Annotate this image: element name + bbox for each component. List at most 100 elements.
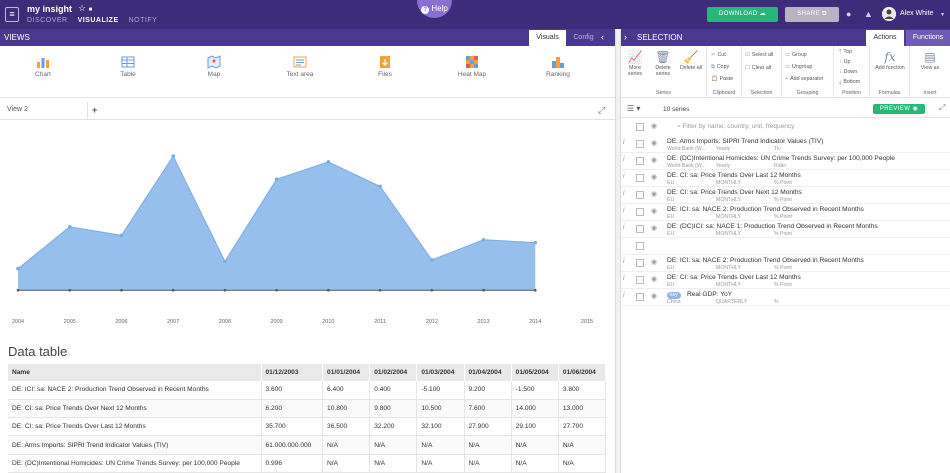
paste-button[interactable]: 📋 Paste: [711, 76, 733, 82]
ribbon-group-label: Position: [842, 90, 861, 96]
bell-icon[interactable]: ▲: [864, 9, 873, 19]
avatar[interactable]: [882, 7, 896, 21]
info-icon[interactable]: i: [623, 173, 625, 180]
preview-button[interactable]: PREVIEW ◉: [873, 104, 925, 114]
broom-icon: 🧹: [683, 50, 699, 64]
series-row[interactable]: i ◉ key Real GDP: YoY China QUARTERLY%: [621, 289, 950, 306]
nav-visualize[interactable]: VISUALIZE: [78, 17, 119, 24]
move-top-button[interactable]: ⤒ Top: [839, 49, 852, 56]
info-icon[interactable]: i: [623, 275, 625, 282]
tab-view-2[interactable]: View 2: [0, 102, 88, 120]
clear-all-button[interactable]: ☐ Clear all: [745, 65, 771, 71]
star-icon[interactable]: ☆: [78, 3, 86, 13]
visual-type-table[interactable]: Table: [98, 55, 158, 78]
series-checkbox[interactable]: [636, 259, 644, 267]
selection-title: SELECTION: [637, 33, 683, 42]
add-view-icon[interactable]: +: [92, 105, 97, 115]
series-row[interactable]: i ◉ DE: CI: sa: Price Trends Over Next 12 …: [621, 187, 950, 204]
series-row[interactable]: i ◉ DE: ICI: sa: NACE 2: Production Trend …: [621, 204, 950, 221]
user-menu-chevron-icon[interactable]: ▾: [941, 11, 944, 18]
series-checkbox[interactable]: [636, 208, 644, 216]
user-name[interactable]: Alex White: [900, 10, 933, 17]
eye-icon[interactable]: ◉: [651, 275, 657, 283]
visual-type-chart[interactable]: Chart: [13, 55, 73, 78]
series-row[interactable]: i ◉ DE: CI: sa: Price Trends Over Last 12 …: [621, 170, 950, 187]
eye-icon[interactable]: ◉: [651, 156, 657, 164]
series-row[interactable]: i ◉ DE: Arms Imports: SIPRI Trend Indicato…: [621, 136, 950, 153]
eye-icon[interactable]: ◉: [651, 190, 657, 198]
help-button[interactable]: ? Help: [417, 0, 452, 18]
add-function-button[interactable]: fx Add function: [874, 50, 906, 71]
series-checkbox[interactable]: [636, 157, 644, 165]
visibility-all-icon[interactable]: ◉: [651, 122, 657, 130]
tab-visuals[interactable]: Visuals: [529, 30, 566, 46]
check-all-icon: ☑: [745, 52, 750, 58]
menu-icon[interactable]: ≡: [5, 7, 19, 22]
move-up-button[interactable]: ↑ Up: [839, 59, 850, 65]
share-button[interactable]: SHARE ⧉: [785, 7, 839, 22]
collapse-selection-icon[interactable]: ›: [624, 32, 627, 42]
delete-all-button[interactable]: 🧹 Delete all: [678, 50, 704, 71]
info-icon[interactable]: i: [623, 190, 625, 197]
series-row[interactable]: i ◉ DE: (DC)ICI: sa: NACE 1: Production Tr…: [621, 221, 950, 238]
select-all-checkbox[interactable]: [636, 123, 644, 131]
eye-icon[interactable]: ◉: [651, 207, 657, 215]
series-row[interactable]: i ◉ DE: ICI: sa: NACE 2: Production Trend …: [621, 255, 950, 272]
ungroup-button[interactable]: ▭ Ungroup: [785, 64, 812, 70]
series-checkbox[interactable]: [636, 293, 644, 301]
visual-type-heat-map[interactable]: Heat Map: [442, 55, 502, 78]
expand-icon[interactable]: ⤢: [598, 105, 605, 116]
series-row[interactable]: i ◉ DE: CI: sa: Price Trends Over Last 12 …: [621, 272, 950, 289]
series-checkbox[interactable]: [636, 174, 644, 182]
eye-icon[interactable]: ◉: [651, 258, 657, 266]
info-icon[interactable]: i: [623, 156, 625, 163]
info-icon[interactable]: i: [623, 224, 625, 231]
more-series-button[interactable]: 📈 More series: [623, 50, 647, 77]
cut-button[interactable]: ✂ Cut: [711, 52, 726, 58]
visual-type-files[interactable]: Files: [355, 55, 415, 78]
view-as-button[interactable]: ▤ View as: [914, 50, 946, 71]
folder-icon[interactable]: ■: [89, 7, 93, 13]
tab-actions[interactable]: Actions: [866, 30, 904, 46]
group-button[interactable]: ▭ Group: [785, 52, 807, 58]
chat-icon[interactable]: ●: [846, 9, 851, 19]
tab-functions[interactable]: Functions: [906, 30, 950, 46]
nav-discover[interactable]: DISCOVER: [27, 17, 68, 24]
filter-input[interactable]: ⌕ Filter by name, country, unit, frequen…: [677, 123, 794, 131]
expand-list-icon[interactable]: ⤢: [939, 103, 945, 113]
eye-icon[interactable]: ◉: [651, 292, 657, 300]
delete-series-button[interactable]: 🗑 Delete series: [650, 50, 676, 77]
ribbon-group-series: 📈 More series 🗑 Delete series 🧹 Delete all …: [621, 46, 707, 98]
collapse-views-icon[interactable]: ‹: [601, 32, 604, 42]
select-all-button[interactable]: ☑ Select all: [745, 52, 773, 58]
visual-type-ranking[interactable]: Ranking: [528, 55, 588, 78]
add-separator-button[interactable]: + Add separator: [785, 76, 823, 82]
move-bottom-button[interactable]: ⤓ Bottom: [839, 79, 860, 86]
info-icon[interactable]: i: [623, 207, 625, 214]
copy-button[interactable]: ⧉ Copy: [711, 64, 729, 71]
series-checkbox[interactable]: [636, 140, 644, 148]
series-checkbox[interactable]: [636, 276, 644, 284]
series-checkbox[interactable]: [636, 242, 644, 250]
filter-placeholder: Filter by name, country, unit, frequency: [682, 123, 795, 130]
app-title[interactable]: my insight: [27, 4, 72, 14]
series-checkbox[interactable]: [636, 191, 644, 199]
column-header: 01/02/2004: [369, 364, 418, 381]
eye-icon[interactable]: ◉: [651, 224, 657, 232]
visual-type-text-area[interactable]: Text area: [270, 55, 330, 78]
eye-icon[interactable]: ◉: [651, 173, 657, 181]
series-checkbox[interactable]: [636, 225, 644, 233]
info-icon[interactable]: i: [623, 258, 625, 265]
info-icon[interactable]: i: [623, 139, 625, 146]
series-row[interactable]: [621, 238, 950, 255]
series-row[interactable]: i ◉ DE: (DC)Intentional Homicides: UN Crim…: [621, 153, 950, 170]
info-icon[interactable]: i: [623, 292, 625, 299]
visual-type-map[interactable]: Map: [184, 55, 244, 78]
move-down-button[interactable]: ↓ Down: [839, 69, 857, 75]
nav-notify[interactable]: NOTIFY: [129, 17, 158, 24]
tab-config[interactable]: Config: [568, 30, 599, 46]
download-button[interactable]: DOWNLOAD ☁: [707, 7, 778, 22]
list-view-icon[interactable]: ☰ ▾: [627, 104, 640, 113]
eye-icon[interactable]: ◉: [651, 139, 657, 147]
trash-icon: 🗑: [655, 50, 671, 64]
